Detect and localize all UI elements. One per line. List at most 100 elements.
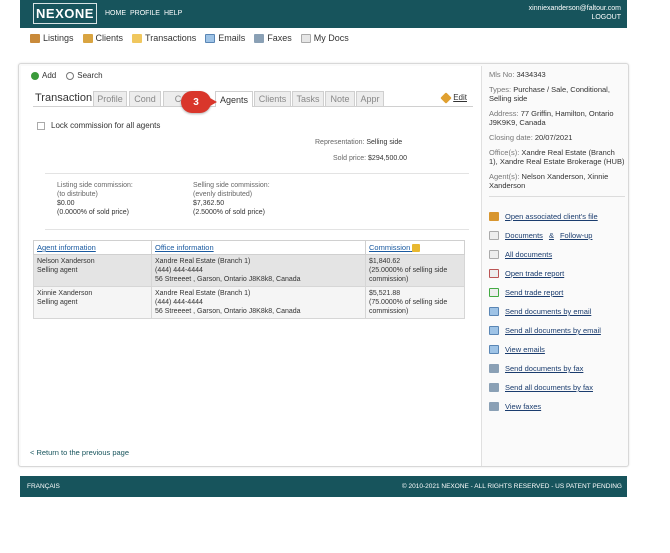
link-label: Send trade report [505,288,564,297]
agents-table: Agent information Office information Com… [33,239,465,320]
send-trade-report-link[interactable]: Send trade report [489,283,625,302]
sold-price-row: Sold price: $294,500.00 [333,155,407,162]
sold-price-value: $294,500.00 [368,155,407,162]
open-trade-report-link[interactable]: Open trade report [489,264,625,283]
subnav-emails[interactable]: Emails [205,33,245,43]
search-button[interactable]: Search [66,71,103,80]
fax-icon [489,402,499,411]
link-label: Open associated client's file [505,212,598,221]
toolbar: Add Search [31,71,103,80]
listing-commission-block: Listing side commission: (to distribute)… [57,181,133,217]
send-documents-fax-link[interactable]: Send documents by fax [489,359,625,378]
header-commission[interactable]: Commission [365,239,465,256]
tab-profile[interactable]: Profile [93,91,127,106]
representation-label: Representation: [315,139,365,146]
fax-icon [489,364,499,373]
tab-agents[interactable]: Agents [215,91,253,107]
tab-note[interactable]: Note [325,91,355,106]
all-documents-link[interactable]: All documents [489,245,625,264]
send-documents-email-link[interactable]: Send documents by email [489,302,625,321]
listing-commission-percent: (0.0000% of sold price) [57,209,129,216]
nav-profile[interactable]: PROFILE [130,10,160,17]
document-icon [489,231,499,240]
listing-commission-amount: $0.00 [57,200,75,207]
edit-link[interactable]: Edit [440,91,467,104]
subnav-label: Clients [95,33,124,43]
link-label: Send documents by email [505,307,592,316]
link-label: Open trade report [505,269,565,278]
office-address: 56 Streeeet , Garson, Ontario J8K8k8, Ca… [155,276,301,284]
office-address: 56 Streeeet , Garson, Ontario J8K8k8, Ca… [155,308,301,316]
search-icon [66,71,75,80]
selling-commission-block: Selling side commission: (evenly distrib… [193,181,270,217]
link-label: Send all documents by fax [505,383,593,392]
top-nav: HOME PROFILE HELP [105,10,182,17]
house-icon [30,33,40,43]
nav-help[interactable]: HELP [164,10,182,17]
table-row[interactable]: Xinnie Xanderson Selling agent Xandre Re… [33,286,465,320]
commission-share-suffix: commission) [369,276,409,284]
mls-label: Mls No: [489,70,515,79]
link-label: View emails [505,345,545,354]
fax-icon [489,383,499,392]
offices-row: Office(s): Xandre Real Estate (Branch 1)… [489,148,625,166]
lock-icon[interactable] [412,244,421,253]
commission-share: (25.0000% of selling side [369,267,448,275]
agents-row: Agent(s): Nelson Xanderson, Xinnie Xande… [489,172,625,190]
closing-value: 20/07/2021 [534,133,573,142]
section-nav: Listings Clients Transactions Emails Fax… [30,33,349,43]
address-label: Address: [489,109,519,118]
address-row: Address: 77 Griffin, Hamilton, Ontario J… [489,109,625,127]
table-row[interactable]: Nelson Xanderson Selling agent Xandre Re… [33,254,465,288]
logout-link[interactable]: LOGOUT [529,13,621,22]
transaction-sidebar: Mls No: 3434343 Types: Purchase / Sale, … [489,70,625,416]
edit-label: Edit [453,93,467,102]
nav-home[interactable]: HOME [105,10,126,17]
nexone-logo[interactable]: NEXONE [33,3,97,24]
header-office-info[interactable]: Office information [151,239,366,256]
subnav-clients[interactable]: Clients [82,33,124,43]
tabs-title: Transaction [35,92,93,104]
send-all-documents-email-link[interactable]: Send all documents by email [489,321,625,340]
types-label: Types: [489,85,512,94]
view-emails-link[interactable]: View emails [489,340,625,359]
footer: FRANÇAIS © 2010-2021 NEXONE - ALL RIGHTS… [20,476,627,497]
office-cell: Xandre Real Estate (Branch 1) (444) 444-… [151,254,366,288]
open-client-file-link[interactable]: Open associated client's file [489,207,625,226]
envelope-icon [205,33,216,43]
view-faxes-link[interactable]: View faxes [489,397,625,416]
language-link[interactable]: FRANÇAIS [27,483,60,490]
tab-tasks[interactable]: Tasks [292,91,324,106]
follow-up-link[interactable]: Follow-up [560,231,593,240]
agent-name: Xinnie Xanderson [37,290,93,298]
return-link[interactable]: < Return to the previous page [30,448,129,457]
office-name: Xandre Real Estate (Branch 1) [155,258,251,266]
clients-icon [82,33,93,43]
subnav-faxes[interactable]: Faxes [254,33,292,43]
send-all-documents-fax-link[interactable]: Send all documents by fax [489,378,625,397]
add-icon [31,71,39,80]
office-phone: (444) 444-4444 [155,299,203,307]
commission-header-label: Commission [369,243,411,252]
documents-icon [489,250,499,259]
subnav-transactions[interactable]: Transactions [132,33,196,43]
subnav-label: Faxes [267,33,292,43]
listing-commission-label: Listing side commission: [57,182,133,189]
office-name: Xandre Real Estate (Branch 1) [155,290,251,298]
header-agent-info[interactable]: Agent information [33,239,152,256]
lock-commission-checkbox[interactable] [37,121,45,130]
representation-value: Selling side [366,139,403,146]
tab-cond[interactable]: Cond [129,91,161,106]
divider [45,173,469,174]
tab-clients[interactable]: Clients [254,91,291,106]
add-button[interactable]: Add [31,71,56,80]
documents-link[interactable]: Documents [505,231,543,240]
agent-name: Nelson Xanderson [37,258,95,266]
subnav-listings[interactable]: Listings [30,33,74,43]
office-cell: Xandre Real Estate (Branch 1) (444) 444-… [151,286,366,320]
link-label: Send all documents by email [505,326,601,335]
link-label: View faxes [505,402,542,411]
add-label: Add [42,71,57,80]
tab-appr[interactable]: Appr [356,91,384,106]
subnav-mydocs[interactable]: My Docs [300,33,349,43]
